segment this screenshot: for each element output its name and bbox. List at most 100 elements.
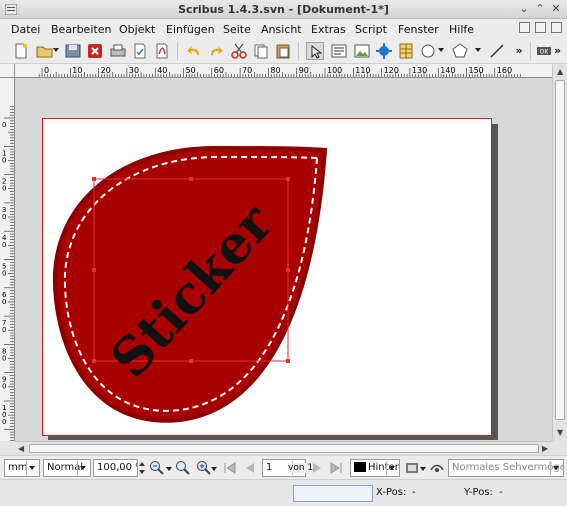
save-icon[interactable] [64, 42, 82, 60]
menu-seite[interactable]: Seite [223, 23, 251, 36]
toolbar-separator [530, 42, 531, 60]
menu-ansicht[interactable]: Ansicht [261, 23, 302, 36]
select-icon[interactable] [306, 42, 324, 60]
scroll-up-icon[interactable]: ▲ [557, 67, 563, 76]
zoom-out-dropdown-icon[interactable] [166, 467, 172, 471]
pdf-tools-icon[interactable]: OK [535, 42, 553, 60]
zoom-stepper-icon[interactable] [138, 460, 146, 476]
toolbar-separator [177, 42, 178, 60]
more-tools-icon[interactable]: » [510, 42, 528, 60]
horizontal-scrollbar[interactable]: ◀ ▶ [15, 441, 552, 455]
new-document-icon[interactable] [12, 42, 30, 60]
progress-bar [293, 485, 373, 502]
open-dropdown-icon[interactable] [53, 48, 59, 52]
display-quality-select[interactable]: Normal [43, 459, 91, 477]
menu-einfuegen[interactable]: Einfügen [166, 23, 215, 36]
next-page-icon[interactable] [309, 460, 325, 476]
zoom-actual-icon[interactable] [175, 460, 191, 476]
undo-icon[interactable] [185, 42, 203, 60]
layer-color-swatch [354, 462, 366, 472]
image-frame-icon[interactable] [353, 42, 371, 60]
layer-value: Hintergrund [368, 462, 399, 473]
unit-select[interactable]: mm [4, 459, 40, 477]
polygon-icon[interactable] [451, 42, 469, 60]
line-icon[interactable] [488, 42, 506, 60]
horizontal-ruler[interactable]: 0 10 20 30 40 50 60 70 80 90 100 110 120 130 140 150 160 [15, 64, 552, 78]
ruler-label: 80 [270, 66, 280, 75]
table-icon[interactable] [397, 42, 415, 60]
ruler-label: 0 [2, 298, 6, 306]
preflight-icon[interactable] [131, 42, 149, 60]
visual-appearance-icon[interactable] [429, 460, 445, 476]
ruler-label: 90 [299, 66, 309, 75]
redo-icon[interactable] [207, 42, 225, 60]
horizontal-scroll-thumb[interactable] [29, 444, 539, 453]
ruler-label: 0 [2, 326, 6, 334]
copy-icon[interactable] [252, 42, 270, 60]
menu-objekt[interactable]: Objekt [119, 23, 155, 36]
shape-dropdown-icon[interactable] [438, 48, 444, 52]
mdi-restore-icon[interactable] [535, 22, 546, 33]
preview-mode-dropdown-icon[interactable] [420, 467, 426, 471]
menu-script[interactable]: Script [355, 23, 387, 36]
previous-page-icon[interactable] [242, 460, 258, 476]
render-frame-icon[interactable] [375, 42, 393, 60]
ruler-label: 20 [101, 66, 111, 75]
vision-mode-select[interactable]: Normales Sehvermögen [448, 459, 564, 477]
more-pdf-tools-icon[interactable]: » [554, 42, 566, 60]
window-title: Scribus 1.4.3.svn - [Dokument-1*] [178, 3, 389, 16]
ruler-label: 40 [157, 66, 167, 75]
zoom-in-icon[interactable] [196, 460, 212, 476]
restore-icon[interactable]: ⌃ [534, 3, 546, 15]
menu-bearbeiten[interactable]: Bearbeiten [51, 23, 111, 36]
vision-mode-value: Normales Sehvermögen [452, 462, 564, 473]
mdi-minimize-icon[interactable] [519, 22, 530, 33]
vertical-ruler[interactable]: 0102030405060708090100 [0, 78, 15, 441]
ruler-label: 0 [2, 383, 6, 391]
ruler-label: 150 [469, 66, 484, 75]
scroll-right-icon[interactable]: ▶ [542, 444, 548, 453]
y-pos-label: Y-Pos: [464, 487, 493, 498]
ruler-label: 0 [2, 213, 6, 221]
text-frame-icon[interactable] [330, 42, 348, 60]
polygon-dropdown-icon[interactable] [475, 48, 481, 52]
scroll-down-icon[interactable]: ▼ [557, 428, 563, 437]
x-pos-value: - [412, 487, 416, 498]
preview-mode-icon[interactable] [404, 460, 420, 476]
print-icon[interactable] [109, 42, 127, 60]
vertical-scrollbar[interactable]: ▲ ▼ [552, 64, 567, 441]
toolbar-separator [298, 42, 299, 60]
menu-extras[interactable]: Extras [311, 23, 346, 36]
open-icon[interactable] [36, 42, 54, 60]
shape-icon[interactable] [419, 42, 437, 60]
menu-datei[interactable]: Datei [11, 23, 40, 36]
ruler-label: 0 [2, 121, 6, 129]
ruler-corner[interactable] [0, 64, 15, 78]
menu-fenster[interactable]: Fenster [398, 23, 439, 36]
menu-hilfe[interactable]: Hilfe [449, 23, 474, 36]
mdi-close-icon[interactable] [551, 22, 562, 33]
status-bar: X-Pos: - Y-Pos: - [0, 479, 567, 506]
vertical-scroll-thumb[interactable] [555, 80, 565, 420]
zoom-in-dropdown-icon[interactable] [211, 467, 217, 471]
ruler-label: 0 [44, 66, 49, 75]
y-pos-value: - [499, 487, 503, 498]
zoom-out-icon[interactable] [149, 460, 165, 476]
sticker-shape[interactable]: Sticker [15, 78, 552, 441]
pdf-export-icon[interactable] [153, 42, 171, 60]
last-page-icon[interactable] [328, 460, 344, 476]
minimize-icon[interactable]: ⌄ [518, 3, 530, 15]
scroll-left-icon[interactable]: ◀ [18, 444, 24, 453]
zoom-value: 100,00 % [97, 462, 137, 473]
cut-icon[interactable] [230, 42, 248, 60]
close-icon[interactable]: ✕ [550, 3, 562, 15]
first-page-icon[interactable] [222, 460, 238, 476]
ruler-label: 0 [2, 418, 6, 426]
close-document-icon[interactable] [86, 42, 104, 60]
layer-select[interactable]: Hintergrund [350, 459, 400, 477]
unit-value: mm [8, 462, 28, 473]
zoom-field[interactable]: 100,00 % [93, 459, 138, 477]
document-canvas[interactable]: Sticker [15, 78, 552, 441]
paste-icon[interactable] [274, 42, 292, 60]
ruler-label: 70 [242, 66, 252, 75]
